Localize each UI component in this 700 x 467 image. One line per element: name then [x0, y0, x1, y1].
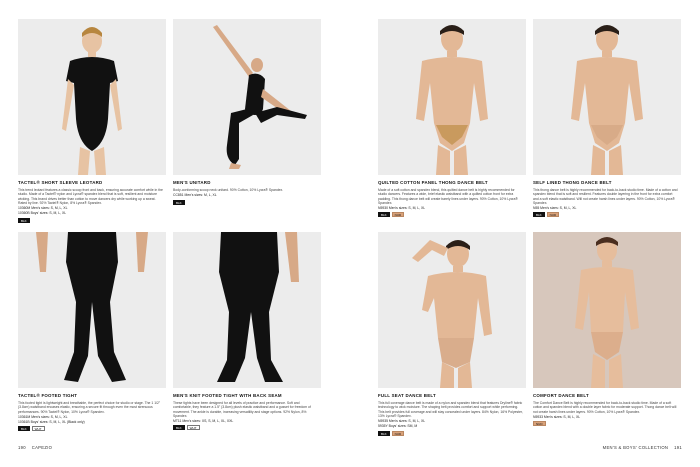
color-swatches: BLK NUD	[533, 212, 679, 218]
product-code: 10361M Men's sizes: S, M, L, XL	[18, 414, 68, 419]
product-info-knit-footed-tight: MEN'S KNIT FOOTED TIGHT WITH BACK SEAM T…	[173, 393, 319, 431]
full-seat-belt-model-image	[412, 240, 492, 388]
color-swatches: BLK	[173, 199, 319, 205]
color-swatch-white[interactable]: WHT	[31, 426, 45, 432]
color-swatch-nude[interactable]: NUD	[391, 430, 405, 436]
product-code: 10360M Men's sizes: S, M, L, XL	[18, 206, 68, 211]
product-title: MEN'S KNIT FOOTED TIGHT WITH BACK SEAM	[173, 393, 282, 398]
product-code: 10360B Boys' sizes: S, M, L, XL	[18, 211, 67, 216]
self-lined-belt-model-image	[571, 25, 643, 175]
product-title: QUILTED COTTON PANEL THONG DANCE BELT	[378, 180, 488, 185]
product-info-quilted-thong-belt: QUILTED COTTON PANEL THONG DANCE BELT Ma…	[378, 180, 524, 218]
color-swatches: BLK WHT	[18, 426, 164, 432]
color-swatch-black[interactable]: BLK	[378, 212, 390, 218]
product-title: SELF LINED THONG DANCE BELT	[533, 180, 612, 185]
right-page: QUILTED COTTON PANEL THONG DANCE BELT Ma…	[350, 0, 700, 467]
product-description: Body-conforming scoop neck unitard. 90% …	[173, 188, 284, 192]
product-code: N5930 Men's sizes: S, M, L, XL	[378, 206, 426, 211]
product-photo-self-lined-thong-belt	[533, 19, 681, 175]
product-description: This footed tight is lightweight and bre…	[18, 401, 161, 414]
product-description: This thong dance belt is highly recommen…	[533, 188, 678, 205]
product-photo-tactel-footed-tight	[18, 232, 166, 388]
color-swatch-nude[interactable]: NUD	[546, 212, 560, 218]
collection-name: MEN'S & BOYS' COLLECTION	[602, 445, 669, 450]
color-swatches: BLK	[18, 217, 164, 223]
product-title: TACTEL® FOOTED TIGHT	[18, 393, 78, 398]
product-description: This full coverage dance belt is made of…	[378, 401, 523, 418]
product-photo-full-seat-belt	[378, 232, 526, 388]
unitard-model-image	[213, 25, 307, 169]
product-title: COMFORT DANCE BELT	[533, 393, 589, 398]
product-title: TACTEL® SHORT SLEEVE LEOTARD	[18, 180, 103, 185]
footer-right: MEN'S & BOYS' COLLECTION 191	[603, 445, 682, 450]
page-number: 190	[18, 445, 26, 450]
product-photo-mens-unitard	[173, 19, 321, 175]
brand-name: CAPEZIO	[31, 445, 53, 450]
product-description: These tights have been designed for all …	[173, 401, 311, 418]
product-info-full-seat-belt: FULL SEAT DANCE BELT This full coverage …	[378, 393, 524, 436]
product-title: MEN'S UNITARD	[173, 180, 211, 185]
product-info-comfort-belt: COMFORT DANCE BELT The Comfort Dance Bel…	[533, 393, 679, 427]
product-info-short-sleeve-leotard: TACTEL® SHORT SLEEVE LEOTARD This trend …	[18, 180, 164, 223]
page-number: 191	[674, 445, 682, 450]
product-code: N55 Men's sizes: S, M, L, XL	[533, 206, 577, 211]
product-code: 10361B Boys' sizes: S, M, L, XL (Black o…	[18, 420, 85, 425]
color-swatch-black[interactable]: BLK	[378, 430, 390, 436]
color-swatches: BLK NUD	[378, 430, 524, 436]
footer-left: 190 CAPEZIO	[18, 445, 52, 450]
product-photo-short-sleeve-leotard	[18, 19, 166, 175]
color-swatches: NUD	[533, 421, 679, 427]
product-info-self-lined-thong-belt: SELF LINED THONG DANCE BELT This thong d…	[533, 180, 679, 218]
product-photo-quilted-thong-belt	[378, 19, 526, 175]
color-swatches: BLK NUD	[378, 212, 524, 218]
footed-tight-model-image	[36, 232, 148, 382]
product-title: FULL SEAT DANCE BELT	[378, 393, 436, 398]
product-code: MT11 Men's sizes: XS, S, M, L, XL, XXL	[173, 419, 234, 424]
product-description: The Comfort Dance Belt is highly recomme…	[533, 401, 677, 414]
color-swatch-black[interactable]: BLK	[173, 199, 185, 205]
color-swatch-white[interactable]: WHT	[186, 425, 200, 431]
color-swatch-black[interactable]: BLK	[18, 426, 30, 432]
color-swatch-black[interactable]: BLK	[173, 425, 185, 431]
product-info-tactel-footed-tight: TACTEL® FOOTED TIGHT This footed tight i…	[18, 393, 164, 432]
comfort-belt-model-image	[575, 237, 639, 388]
quilted-belt-model-image	[416, 25, 488, 175]
color-swatch-nude[interactable]: NUD	[391, 212, 405, 218]
product-info-mens-unitard: MEN'S UNITARD Body-conforming scoop neck…	[173, 180, 319, 205]
color-swatch-black[interactable]: BLK	[18, 217, 30, 223]
product-code: N5935 Men's sizes: S, M, L, XL	[378, 419, 426, 424]
color-swatch-black[interactable]: BLK	[533, 212, 545, 218]
knit-tight-model-image	[217, 232, 299, 382]
product-code: N5933 Men's sizes: S, M, L, XL	[533, 414, 581, 419]
product-description: This trend leotard features a classic sc…	[18, 188, 163, 205]
product-code: 5935Y Boys' sizes: SM, M	[378, 424, 418, 429]
product-photo-comfort-belt	[533, 232, 681, 388]
product-code: CC851 Men's sizes: M, L, XL	[173, 193, 217, 198]
left-page: TACTEL® SHORT SLEEVE LEOTARD This trend …	[0, 0, 350, 467]
product-description: Made of a soft cotton and spandex blend,…	[378, 188, 518, 205]
product-photo-knit-footed-tight	[173, 232, 321, 388]
leotard-model-image	[62, 27, 122, 175]
color-swatch-nude[interactable]: NUD	[533, 421, 546, 427]
color-swatches: BLK WHT	[173, 425, 319, 431]
